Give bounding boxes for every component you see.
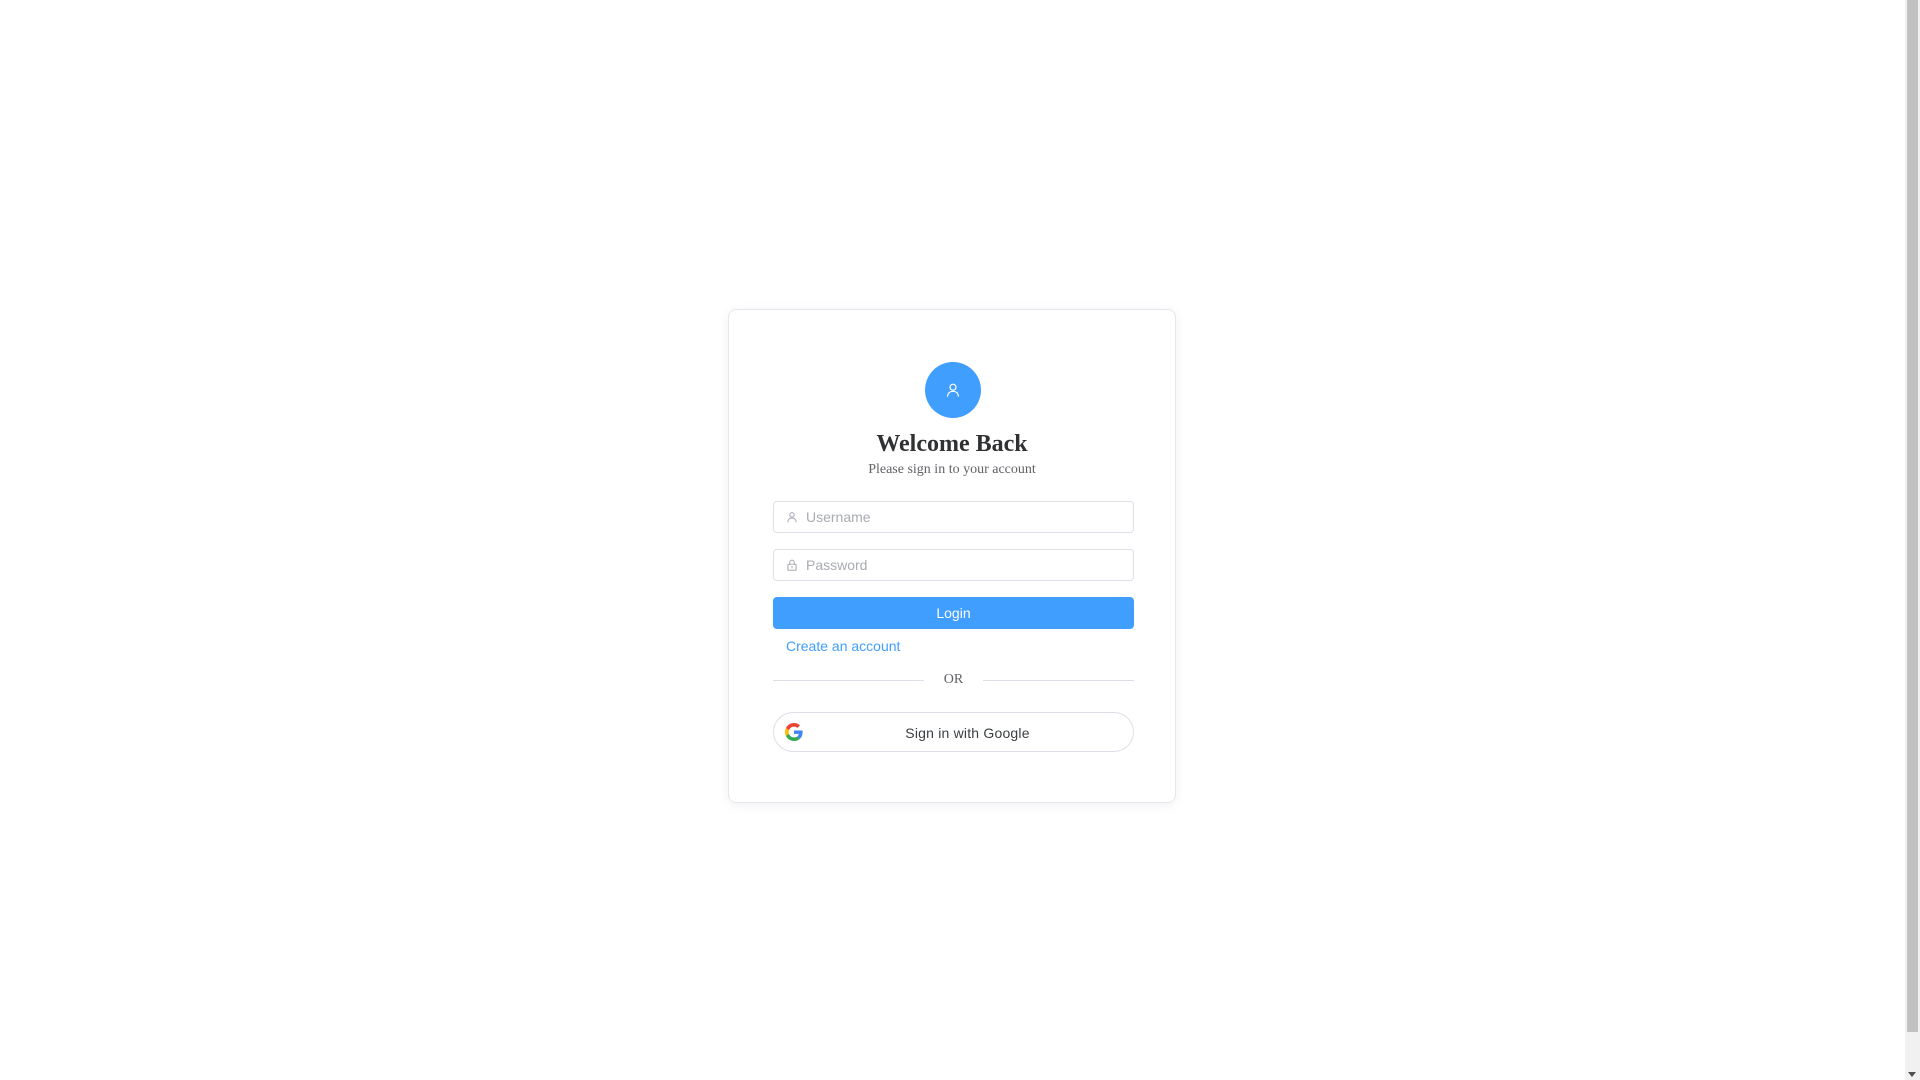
username-field[interactable] bbox=[773, 501, 1134, 533]
user-icon bbox=[784, 509, 800, 525]
scrollbar-thumb[interactable] bbox=[1907, 0, 1918, 1032]
page-background: Welcome Back Please sign in to your acco… bbox=[0, 0, 1905, 1080]
page-subtitle: Please sign in to your account bbox=[868, 462, 1036, 477]
password-input[interactable] bbox=[806, 551, 1126, 579]
avatar bbox=[925, 362, 981, 418]
create-account-link[interactable]: Create an account bbox=[786, 637, 900, 655]
username-input[interactable] bbox=[806, 503, 1126, 531]
google-signin-button[interactable]: Sign in with Google bbox=[773, 712, 1134, 752]
password-field[interactable] bbox=[773, 549, 1134, 581]
page-scrollbar[interactable] bbox=[1905, 0, 1920, 1080]
user-icon bbox=[947, 383, 959, 397]
scroll-down-arrow-icon[interactable] bbox=[1908, 1072, 1916, 1077]
divider-line-right bbox=[983, 680, 1134, 681]
login-card: Welcome Back Please sign in to your acco… bbox=[728, 309, 1176, 803]
google-signin-label: Sign in with Google bbox=[905, 725, 1030, 741]
lock-icon bbox=[784, 557, 800, 573]
page-title: Welcome Back bbox=[876, 431, 1028, 457]
google-icon bbox=[785, 723, 803, 741]
or-divider: OR bbox=[773, 670, 1134, 690]
login-button[interactable]: Login bbox=[773, 597, 1134, 629]
